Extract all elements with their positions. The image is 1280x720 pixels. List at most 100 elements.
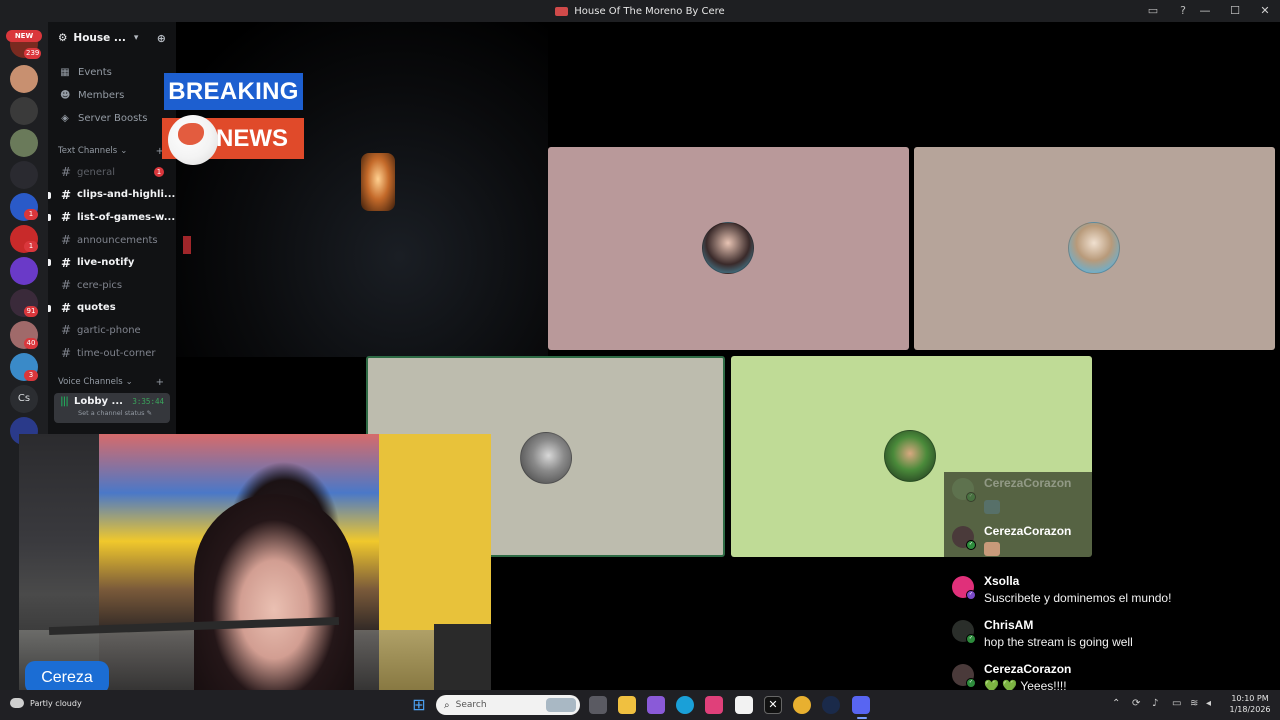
hash-icon: #	[61, 165, 72, 180]
server-icon-8[interactable]	[10, 257, 38, 285]
nav-server-boosts[interactable]: ◈ Server Boosts	[48, 107, 176, 129]
nav-events[interactable]: ▦ Events	[48, 61, 176, 83]
sync-icon[interactable]: ⟳	[1132, 698, 1140, 709]
amazon-icon[interactable]	[735, 696, 753, 714]
start-button[interactable]: ⊞	[410, 696, 428, 714]
chevron-up-icon[interactable]: ⌃	[1112, 698, 1120, 709]
server-badge: 1	[24, 241, 38, 252]
channel-name: general	[77, 166, 116, 178]
hash-icon: #	[61, 187, 72, 202]
server-badge: 3	[24, 370, 38, 381]
chat-text: Suscribete y dominemos el mundo!	[984, 591, 1172, 605]
mention-badge: 1	[154, 167, 164, 178]
desktop: House Of The Moreno By Cere ▭ ? — ☐ ✕ NE…	[0, 0, 1280, 720]
category-voice-channels[interactable]: Voice Channels ⌄ +	[48, 372, 176, 392]
channel-list-of-games[interactable]: # list-of-games-w...	[48, 206, 176, 229]
category-label: Voice Channels	[58, 377, 123, 388]
channel-name: clips-and-highli...	[77, 189, 176, 201]
steam-icon[interactable]	[822, 696, 840, 714]
badge-icon: ✓	[966, 540, 976, 550]
channel-name: quotes	[77, 302, 116, 314]
weather-widget[interactable]: Partly cloudy	[10, 698, 82, 708]
channel-announcements[interactable]: # announcements	[48, 229, 176, 252]
channel-quotes[interactable]: # quotes	[48, 297, 176, 320]
chat-overlay: ✓ CerezaCorazon ✓ CerezaCorazon ✓ Xsolla…	[944, 472, 1280, 693]
voice-tile[interactable]	[914, 147, 1275, 350]
globe-icon	[168, 115, 218, 165]
pencil-icon: ✎	[146, 409, 153, 418]
chrome-icon[interactable]	[793, 696, 811, 714]
hash-icon: #	[61, 233, 72, 248]
active-app-indicator	[857, 717, 867, 719]
server-icon-5[interactable]	[10, 161, 38, 189]
search-placeholder: Search	[455, 700, 487, 710]
lamp-light	[361, 153, 395, 211]
server-name: House ...	[73, 32, 126, 44]
server-settings-icon: ⚙	[58, 32, 68, 44]
hash-icon: #	[61, 210, 72, 225]
server-badge: 239	[24, 48, 42, 59]
category-label: Text Channels	[58, 146, 118, 156]
chat-avatar: ✓	[952, 478, 976, 502]
taskbar-clock[interactable]: 10:10 PM 1/18/2026	[1224, 693, 1276, 715]
clock-date: 1/18/2026	[1229, 705, 1271, 714]
emote-icon	[984, 542, 1000, 556]
minimize-button[interactable]: —	[1190, 0, 1220, 22]
channel-gartic-phone[interactable]: # gartic-phone	[48, 319, 176, 342]
server-header[interactable]: ⚙ House ... ▾ ⊕	[48, 22, 176, 54]
channel-general[interactable]: # general 1	[48, 161, 176, 184]
channel-name: cere-pics	[77, 279, 123, 291]
task-view-icon[interactable]	[589, 696, 607, 714]
help-icon[interactable]: ?	[1175, 3, 1191, 19]
chat-username: Xsolla	[984, 574, 1020, 588]
clock-time: 10:10 PM	[1231, 694, 1269, 703]
close-button[interactable]: ✕	[1250, 0, 1280, 22]
volume-icon[interactable]: ◂	[1206, 698, 1211, 709]
badge-icon: ✓	[966, 634, 976, 644]
nav-members[interactable]: ☻ Members	[48, 84, 176, 106]
hash-icon: #	[61, 255, 72, 270]
streamer	[194, 494, 354, 702]
x-icon[interactable]: ✕	[764, 696, 782, 714]
add-channel-icon[interactable]: +	[156, 377, 164, 388]
edge-icon[interactable]	[676, 696, 694, 714]
window-controls: — ☐ ✕	[1190, 0, 1280, 22]
server-icon-3[interactable]	[10, 97, 38, 125]
discord-icon[interactable]	[852, 696, 870, 714]
maximize-button[interactable]: ☐	[1220, 0, 1250, 22]
wifi-icon[interactable]: ≋	[1190, 698, 1198, 709]
search-icon: ⌕	[444, 699, 450, 711]
breaking-banner: BREAKING	[164, 73, 303, 110]
channel-clips[interactable]: # clips-and-highli...	[48, 184, 176, 207]
hash-icon: #	[61, 300, 72, 315]
server-icon-2[interactable]	[10, 65, 38, 93]
search-highlight-image	[546, 698, 576, 712]
inbox-icon[interactable]: ▭	[1145, 3, 1161, 19]
mic-icon[interactable]: ♪	[1152, 698, 1158, 709]
user-avatar	[884, 430, 936, 482]
channel-name: time-out-corner	[77, 347, 156, 359]
chat-username: CerezaCorazon	[984, 662, 1072, 676]
server-icon-4[interactable]	[10, 129, 38, 157]
nav-label: Events	[78, 66, 112, 78]
voice-channel-lobby[interactable]: ||| Lobby ... 3:35:44 Set a channel stat…	[54, 393, 170, 424]
channel-live-notify[interactable]: # live-notify	[48, 251, 176, 274]
display-icon[interactable]: ▭	[1172, 698, 1181, 709]
channel-cere-pics[interactable]: # cere-pics	[48, 274, 176, 297]
category-text-channels[interactable]: Text Channels ⌄ +	[48, 141, 176, 161]
members-icon: ☻	[60, 89, 71, 101]
calendar-icon: ▦	[60, 66, 70, 78]
invite-icon[interactable]: ⊕	[157, 32, 166, 45]
file-explorer-icon[interactable]	[618, 696, 636, 714]
taskbar-search[interactable]: ⌕ Search	[436, 695, 580, 715]
window-titlebar: House Of The Moreno By Cere ▭ ? — ☐ ✕	[0, 0, 1280, 22]
server-icon-text[interactable]: Cs	[10, 385, 38, 413]
cloud-icon	[10, 698, 24, 708]
instagram-icon[interactable]	[705, 696, 723, 714]
voice-tile[interactable]	[548, 147, 909, 350]
copilot-icon[interactable]	[647, 696, 665, 714]
channel-status[interactable]: Set a channel status ✎	[78, 409, 164, 417]
chat-username: CerezaCorazon	[984, 476, 1072, 490]
channel-time-out-corner[interactable]: # time-out-corner	[48, 342, 176, 365]
badge-icon: ✓	[966, 590, 976, 600]
